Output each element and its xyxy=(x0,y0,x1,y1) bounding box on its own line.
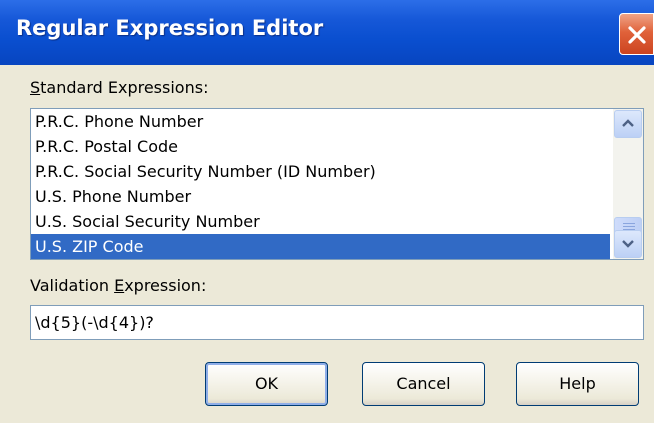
standard-expressions-label: Standard Expressions: xyxy=(30,78,209,97)
vertical-scrollbar[interactable] xyxy=(613,109,643,259)
validation-expression-label: Validation Expression: xyxy=(30,276,207,295)
list-item-selected[interactable]: U.S. ZIP Code xyxy=(31,234,610,259)
scroll-down-button[interactable] xyxy=(614,230,642,258)
list-item[interactable]: P.R.C. Phone Number xyxy=(35,109,203,134)
close-button[interactable] xyxy=(619,13,654,55)
ok-button[interactable]: OK xyxy=(205,362,328,406)
scroll-up-button[interactable] xyxy=(614,110,642,138)
close-icon xyxy=(628,26,646,44)
list-item[interactable]: U.S. Social Security Number xyxy=(35,209,260,234)
title-bar[interactable]: Regular Expression Editor xyxy=(0,0,654,65)
regex-editor-dialog: Regular Expression Editor Standard Expre… xyxy=(0,0,654,423)
cancel-button[interactable]: Cancel xyxy=(362,362,485,406)
list-item[interactable]: P.R.C. Postal Code xyxy=(35,134,178,159)
validation-expression-input[interactable]: \d{5}(-\d{4})? xyxy=(30,305,644,340)
chevron-down-icon xyxy=(622,240,634,248)
list-item[interactable]: U.S. Phone Number xyxy=(35,184,191,209)
chevron-up-icon xyxy=(622,119,634,127)
help-button[interactable]: Help xyxy=(516,362,639,406)
list-item[interactable]: P.R.C. Social Security Number (ID Number… xyxy=(35,159,376,184)
standard-expressions-list[interactable]: P.R.C. Phone Number P.R.C. Postal Code P… xyxy=(30,108,644,260)
window-title: Regular Expression Editor xyxy=(16,16,324,40)
